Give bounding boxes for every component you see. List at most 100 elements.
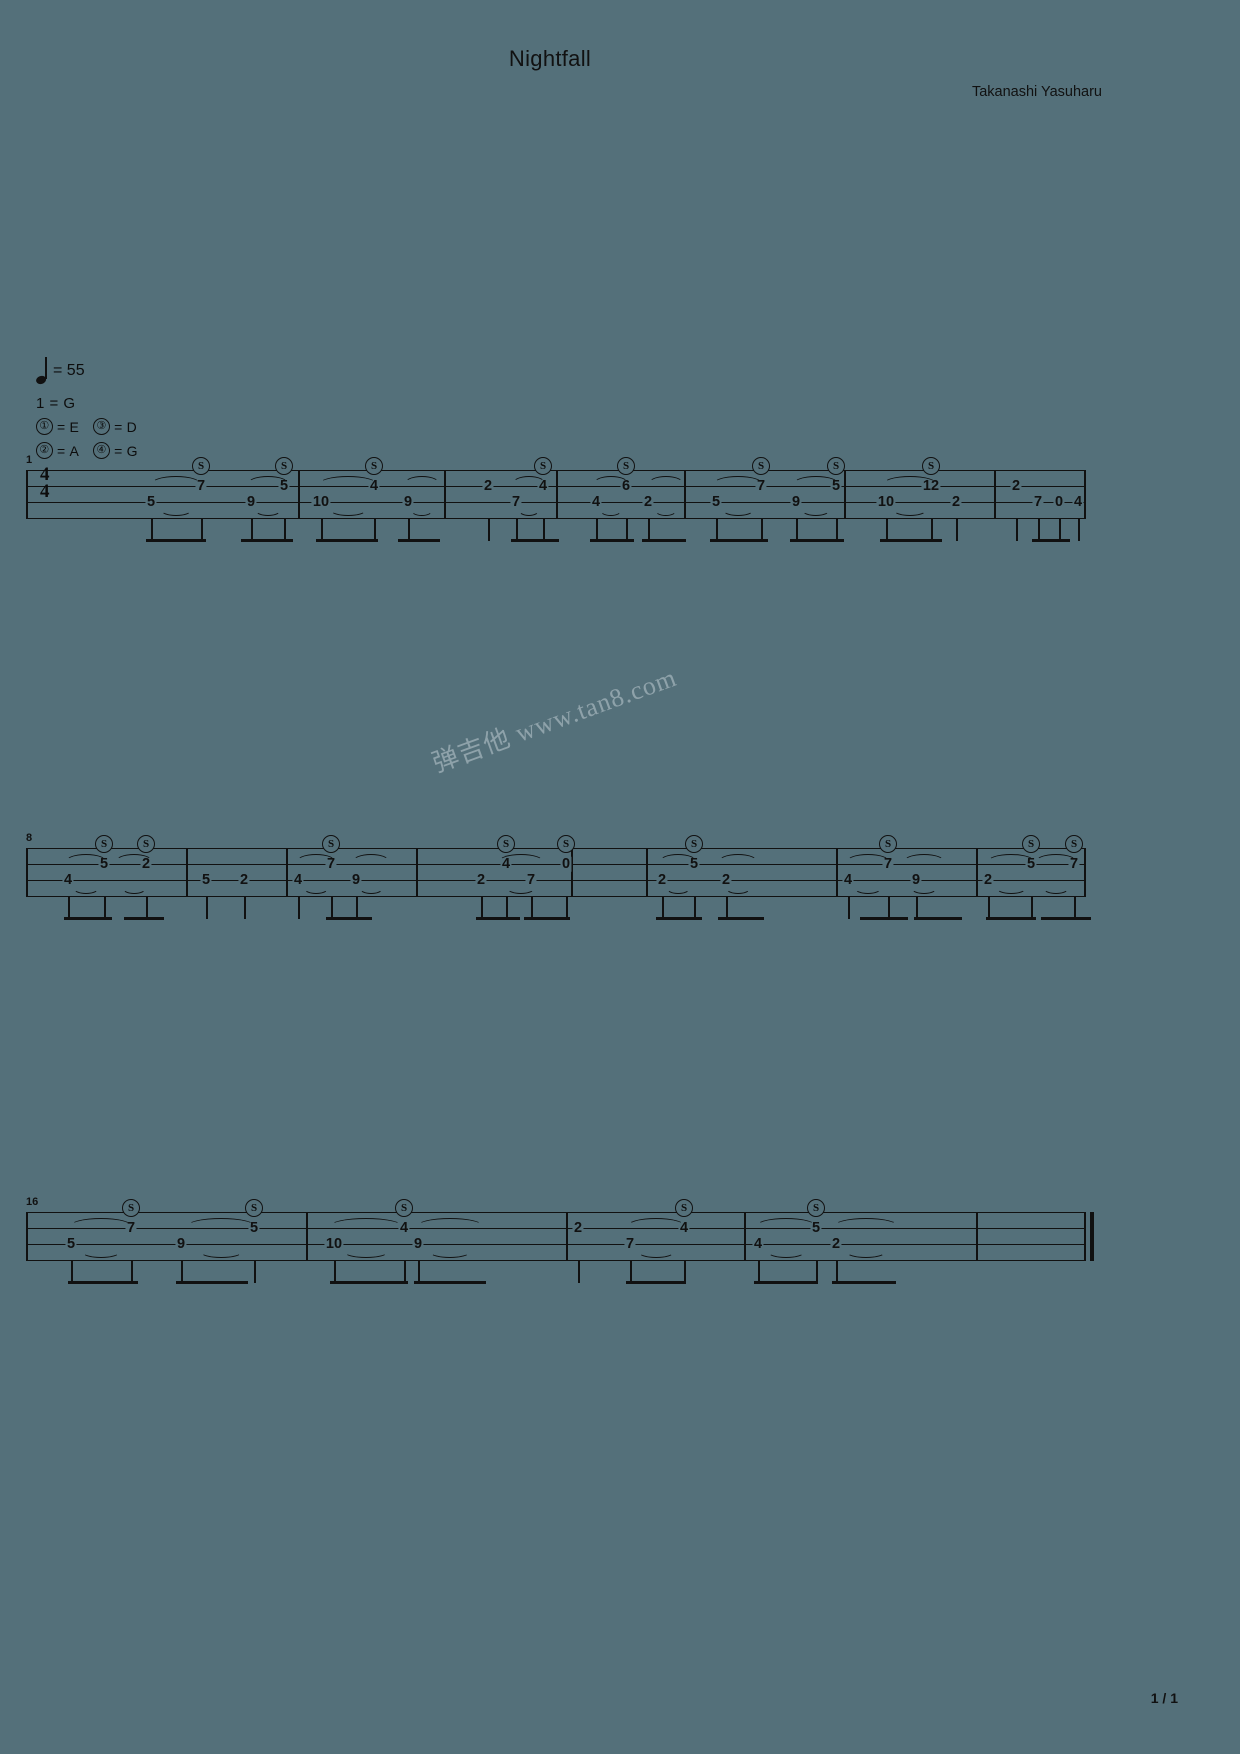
barline [844,470,846,519]
slur-arc [247,476,289,492]
beam [718,917,764,920]
note-stem [516,519,518,541]
tab-note: 9 [175,1235,187,1252]
tuning-string-3: ③ = D [93,418,137,435]
tab-note: 2 [982,871,994,888]
harmonic-marker-icon: S [675,1199,693,1217]
tempo-value: = 55 [53,362,85,379]
note-stem [284,519,286,541]
harmonic-marker-icon: S [685,835,703,853]
note-stem [888,897,890,919]
slur-arc [303,882,329,894]
note-stem [836,1261,838,1283]
note-stem [761,519,763,541]
tab-note: 7 [1032,493,1044,510]
page-title: Nightfall [508,46,592,71]
string-number-icon: ④ [93,442,111,459]
beam [1032,539,1070,542]
barline [646,848,648,897]
staff-line [26,502,1084,504]
barline [1084,1212,1086,1261]
time-signature: 44 [40,464,50,502]
harmonic-marker-icon: S [322,835,340,853]
barline [1084,848,1086,897]
tuning-note: E [69,418,80,435]
tab-note: 2 [475,871,487,888]
beam [414,1281,486,1284]
harmonic-marker-icon: S [922,457,940,475]
slur-arc [767,1246,805,1258]
slur-arc [518,504,540,516]
barline [994,470,996,519]
slur-arc [417,1218,483,1234]
slur-arc [846,854,890,870]
slur-arc [627,1218,685,1234]
slur-arc [718,854,758,870]
tuning-row-1: ① = E ③ = D [36,418,138,435]
slur-arc [713,476,763,492]
tab-note: 2 [572,1219,584,1236]
note-stem [151,519,153,541]
note-stem [488,519,490,541]
note-stem [481,897,483,919]
note-stem [956,519,958,541]
note-stem [684,1261,686,1283]
beam [124,917,164,920]
harmonic-marker-icon: S [1065,835,1083,853]
barline [444,470,446,519]
harmonic-marker-icon: S [497,835,515,853]
tab-note: 2 [950,493,962,510]
tuning-string-2: ② = A [36,442,79,459]
slur-arc [319,476,377,492]
slur-arc [846,1246,886,1258]
beam [642,539,686,542]
slur-arc [1035,854,1077,870]
barline [566,1212,568,1261]
watermark: 弹吉他 www.tan8.com [428,662,681,779]
harmonic-marker-icon: S [365,457,383,475]
tuning-note: G [126,442,138,459]
note-stem [543,519,545,541]
tuning-eq: = [114,418,123,435]
harmonic-marker-icon: S [137,835,155,853]
beam [398,539,440,542]
note-stem [1031,897,1033,919]
slur-arc [599,504,623,516]
beam [914,917,962,920]
harmonic-marker-icon: S [245,1199,263,1217]
note-stem [206,897,208,919]
harmonic-marker-icon: S [557,835,575,853]
slur-arc [883,476,937,492]
measure-number: 16 [26,1196,39,1208]
slur-arc [893,504,927,516]
note-stem [931,519,933,541]
tuning-note: A [69,442,80,459]
barline [1084,470,1086,519]
harmonic-marker-icon: S [534,457,552,475]
string-number-icon: ① [36,418,53,435]
note-stem [68,897,70,919]
beam [626,1281,686,1284]
tab-note: 9 [790,493,802,510]
harmonic-marker-icon: S [807,1199,825,1217]
slur-arc [359,882,383,894]
tab-note: 5 [145,493,157,510]
harmonic-marker-icon: S [192,457,210,475]
tab-staff: 4 4 5 7 S 9 5 S 10 4 S 9 2 7 4 S 4 6 S 2 5 7 S 9 5 S 10 12 S 2 2 7 0 4 [26,457,1086,542]
tab-staff: 5 7 S 9 5 S 10 4 S 9 2 7 4 S 4 5 S 2 [26,1199,1094,1284]
beam [524,917,570,920]
note-stem [988,897,990,919]
slur-arc [73,882,99,894]
slur-arc [429,1246,471,1258]
barline [26,470,28,519]
tab-note: 10 [876,493,896,510]
harmonic-marker-icon: S [122,1199,140,1217]
barline [298,470,300,519]
note-stem [1059,519,1061,541]
capo-label: 1 = G [36,395,76,412]
tempo-marking: = 55 [35,357,138,385]
beam [590,539,634,542]
tab-note: 0 [1053,493,1065,510]
harmonic-marker-icon: S [1022,835,1040,853]
note-stem [1016,519,1018,541]
